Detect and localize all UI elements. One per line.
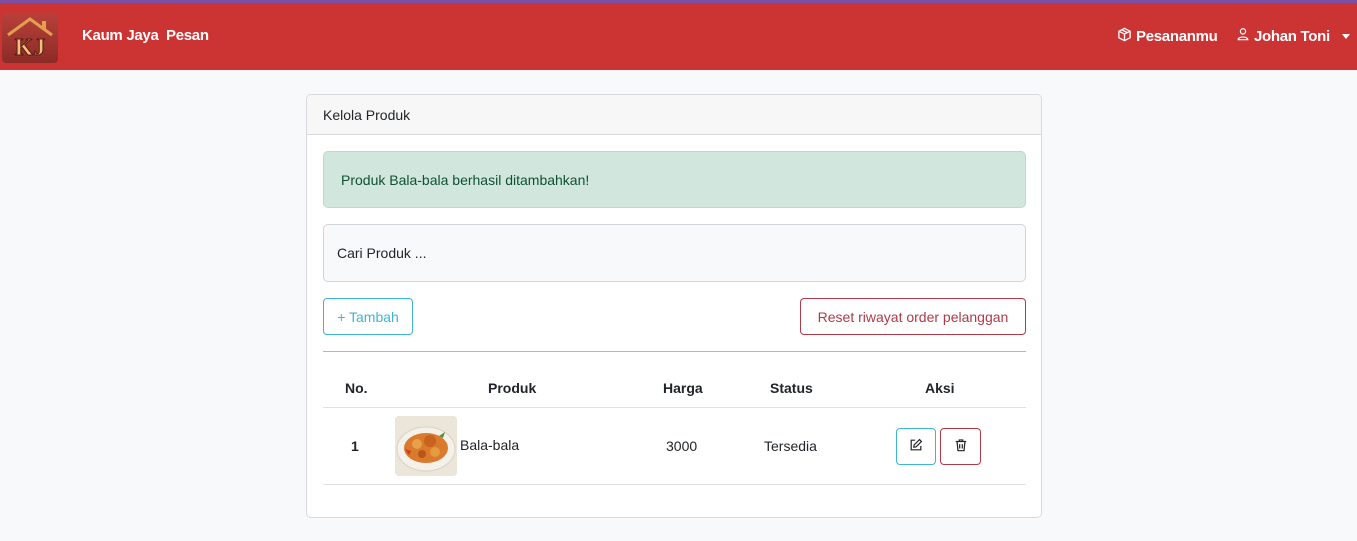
nav-link-pesan[interactable]: Pesan <box>166 27 209 44</box>
product-status: Tersedia <box>764 438 817 454</box>
add-product-button[interactable]: + Tambah <box>323 298 413 335</box>
header-product: Produk <box>488 380 537 396</box>
user-name: Johan Toni <box>1254 27 1330 45</box>
header-action: Aksi <box>925 380 955 396</box>
divider <box>323 351 1026 352</box>
edit-icon <box>909 438 923 455</box>
card-title: Kelola Produk <box>307 95 1041 135</box>
product-table: No. Produk Harga Status Aksi 1 Bala-bala… <box>323 369 1026 485</box>
table-row: 1 Bala-bala 3000 Tersedia <box>323 408 1026 485</box>
product-price: 3000 <box>666 438 698 454</box>
trash-icon <box>954 438 968 455</box>
orders-link[interactable]: Pesananmu <box>1117 27 1218 46</box>
user-menu-dropdown[interactable]: Johan Toni <box>1236 27 1350 45</box>
product-management-card: Kelola Produk Produk Bala-bala berhasil … <box>306 94 1042 518</box>
table-header: No. Produk Harga Status Aksi <box>323 369 1026 408</box>
edit-product-button[interactable] <box>896 428 936 465</box>
brand-name[interactable]: Kaum Jaya <box>82 27 159 44</box>
success-alert: Produk Bala-bala berhasil ditambahkan! <box>323 151 1026 208</box>
orders-link-label: Pesananmu <box>1136 28 1218 45</box>
header-status: Status <box>770 380 813 396</box>
svg-text:KJ: KJ <box>15 35 46 61</box>
delete-product-button[interactable] <box>940 428 981 465</box>
search-input[interactable] <box>323 224 1026 282</box>
row-number: 1 <box>351 438 359 454</box>
navbar: KJ Kaum Jaya Pesan Pesananmu Johan Toni <box>0 0 1357 70</box>
chevron-down-icon <box>1341 33 1350 39</box>
product-name: Bala-bala <box>460 437 520 453</box>
header-price: Harga <box>663 380 703 396</box>
product-image <box>395 416 457 476</box>
brand-logo[interactable]: KJ <box>2 13 58 63</box>
user-icon <box>1236 27 1250 45</box>
header-no: No. <box>345 380 368 396</box>
reset-order-history-button[interactable]: Reset riwayat order pelanggan <box>800 298 1026 335</box>
alert-message: Produk Bala-bala berhasil ditambahkan! <box>341 172 590 188</box>
box-icon <box>1117 27 1132 46</box>
